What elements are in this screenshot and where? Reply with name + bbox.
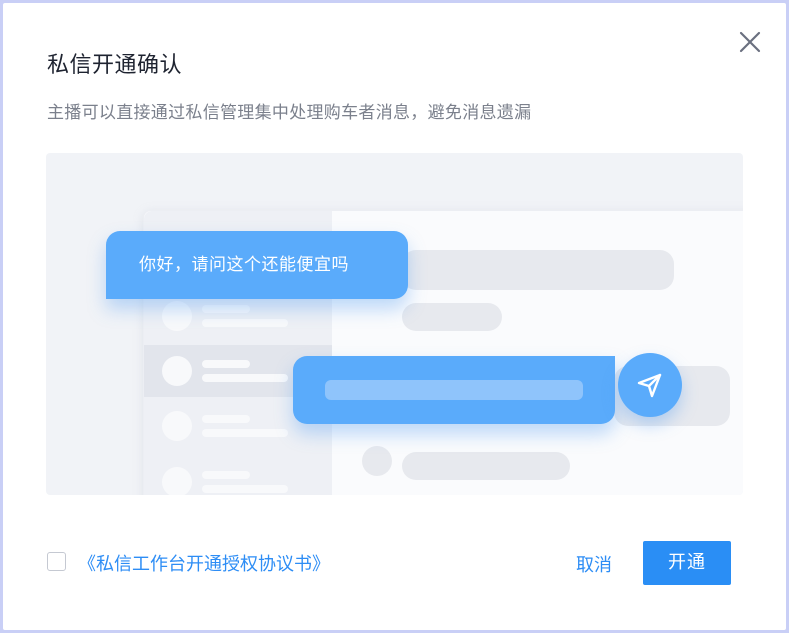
text-line-placeholder	[202, 485, 288, 493]
message-placeholder	[402, 250, 674, 290]
avatar-placeholder	[162, 301, 192, 331]
outgoing-message-bubble	[293, 356, 615, 424]
text-line-placeholder	[202, 471, 250, 479]
text-line-placeholder	[202, 415, 250, 423]
message-placeholder	[402, 303, 502, 331]
avatar-placeholder	[162, 411, 192, 441]
text-line-placeholder	[202, 305, 250, 313]
message-placeholder	[402, 452, 570, 480]
close-icon	[739, 31, 761, 53]
illustration: 你好，请问这个还能便宜吗	[46, 153, 743, 495]
text-line-placeholder	[202, 319, 288, 327]
text-line-placeholder	[202, 360, 250, 368]
dialog: 私信开通确认 主播可以直接通过私信管理集中处理购车者消息，避免消息遗漏 你好，请…	[3, 3, 786, 630]
dialog-footer: 《私信工作台开通授权协议书》 取消 开通	[3, 533, 786, 589]
agreement-checkbox[interactable]	[47, 552, 66, 571]
send-icon	[637, 373, 662, 398]
cancel-button[interactable]: 取消	[576, 551, 612, 577]
avatar-placeholder	[162, 356, 192, 386]
text-line-placeholder	[202, 429, 288, 437]
close-button[interactable]	[737, 29, 763, 55]
message-text-placeholder	[325, 380, 583, 400]
enable-button[interactable]: 开通	[643, 541, 731, 585]
send-button-mock	[618, 353, 682, 417]
agreement-link[interactable]: 《私信工作台开通授权协议书》	[78, 550, 330, 576]
text-line-placeholder	[202, 374, 288, 382]
avatar-placeholder	[362, 446, 392, 476]
dialog-subtitle: 主播可以直接通过私信管理集中处理购车者消息，避免消息遗漏	[47, 103, 532, 123]
incoming-message-bubble: 你好，请问这个还能便宜吗	[106, 231, 408, 299]
dialog-title: 私信开通确认	[47, 53, 183, 78]
avatar-placeholder	[162, 467, 192, 495]
